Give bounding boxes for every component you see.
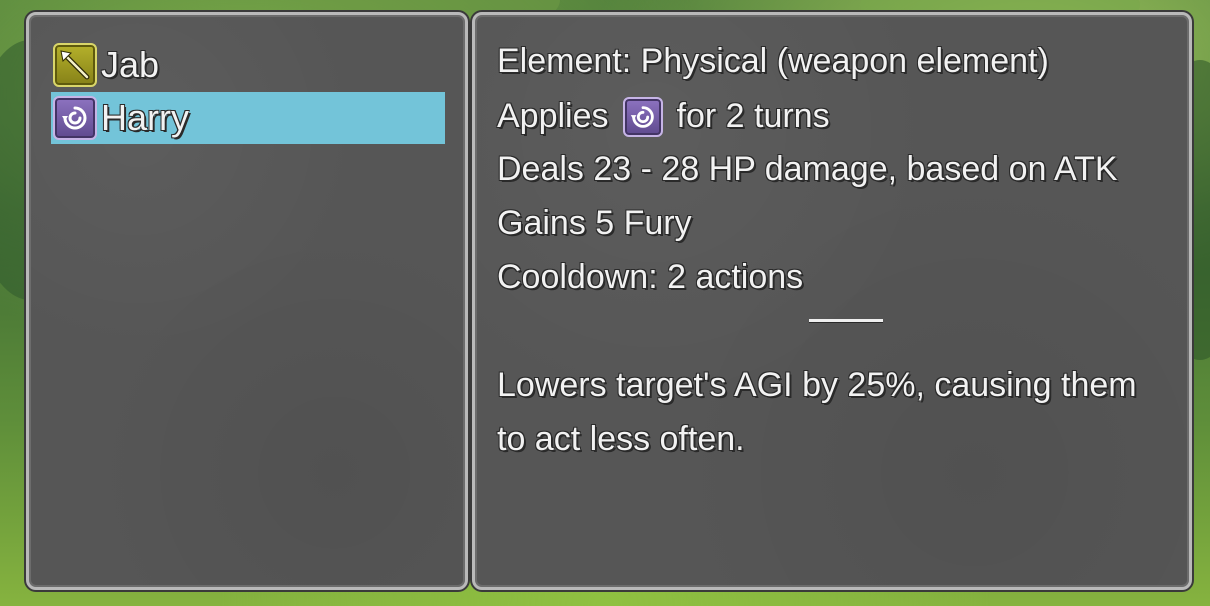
applies-suffix: for 2 turns [676,97,830,136]
damage-text: Deals 23 - 28 HP damage, based on ATK [497,150,1118,188]
swirl-debuff-icon [53,96,97,140]
applies-status-line: Applies for 2 turns [497,97,830,137]
divider [809,319,883,322]
cooldown-text: Cooldown: 2 actions [497,258,804,296]
skill-label: Jab [101,44,160,85]
spear-icon [53,43,97,87]
description-line-1: Lowers target's AGI by 25%, causing them [497,366,1137,404]
fury-text: Gains 5 Fury [497,204,692,242]
skill-detail-panel: Element: Physical (weapon element) Appli… [472,12,1192,590]
applies-prefix: Applies [497,97,609,136]
description-line-2: to act less often. [497,420,745,458]
skill-list-panel: Jab Harry [26,12,468,590]
swirl-debuff-icon [622,97,663,137]
skill-item-harry[interactable]: Harry [51,92,445,144]
skill-label: Harry [101,97,189,138]
element-text: Element: Physical (weapon element) [497,42,1049,80]
skill-item-jab[interactable]: Jab [51,39,445,91]
